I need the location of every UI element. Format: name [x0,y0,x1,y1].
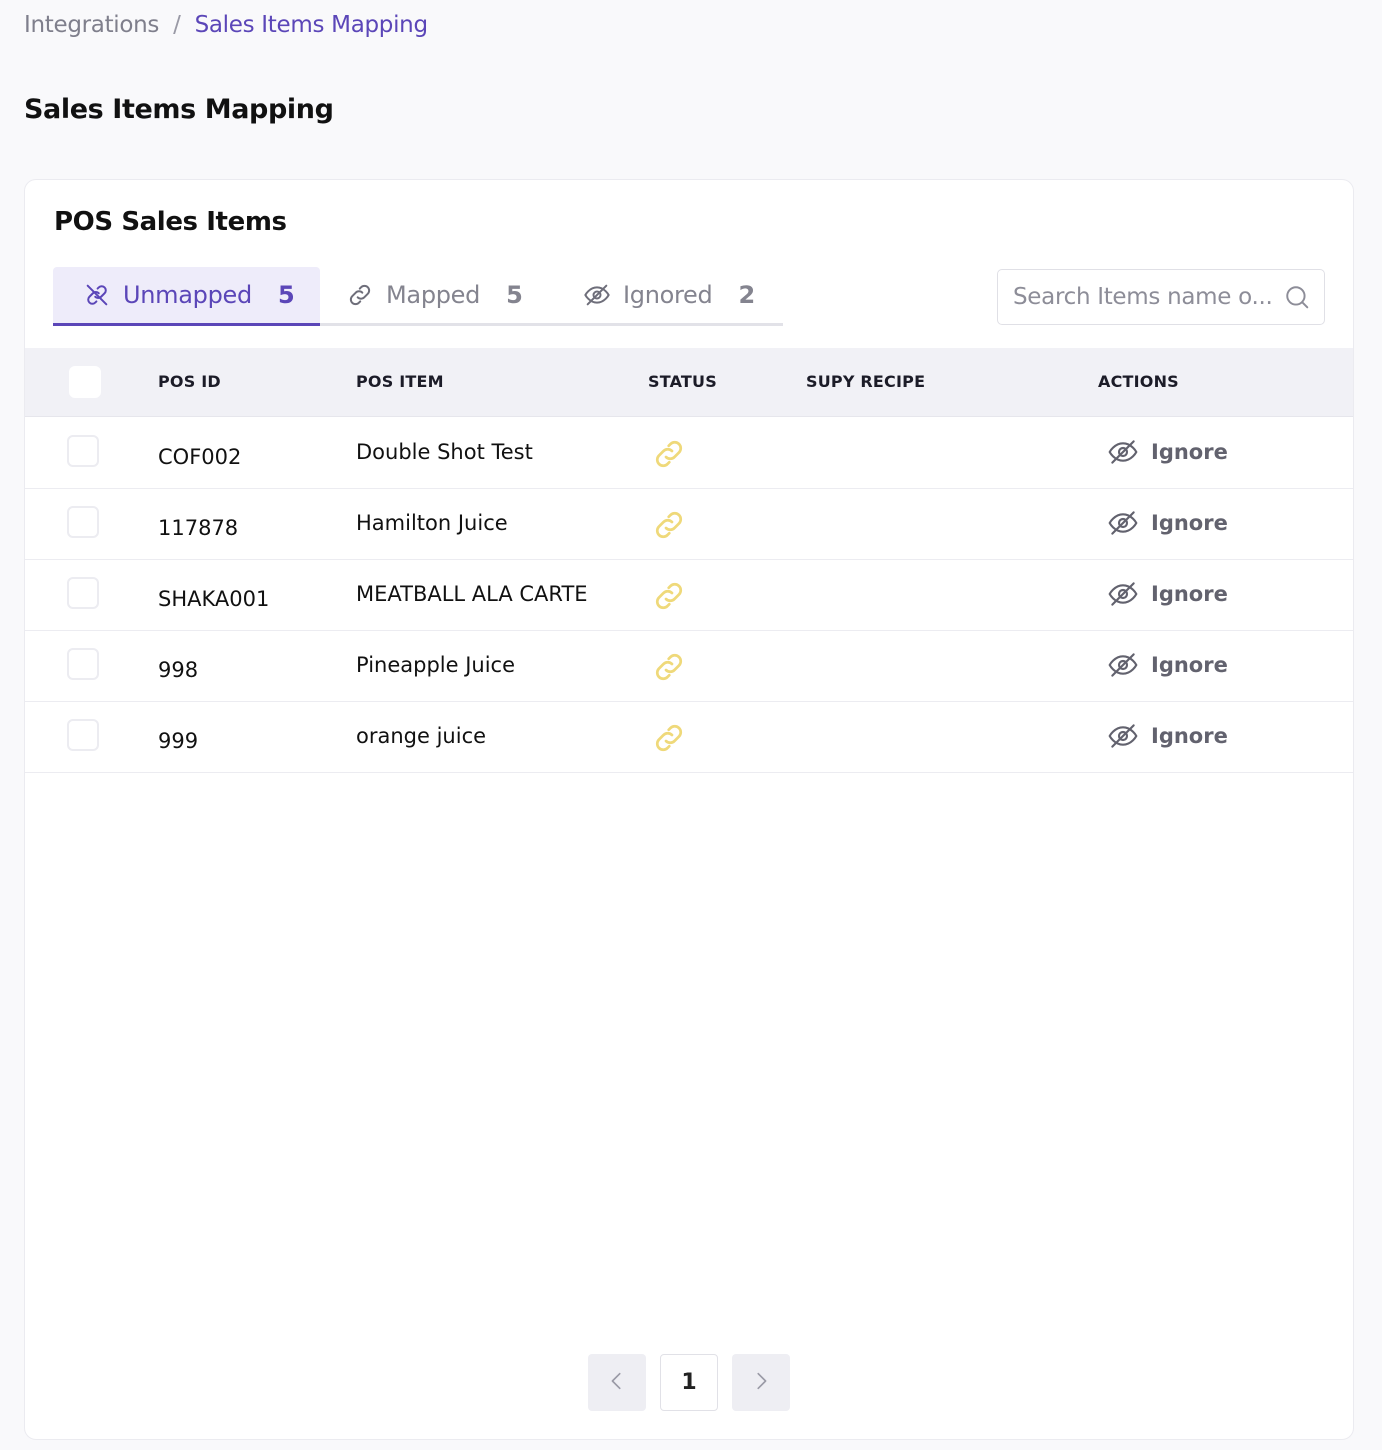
pos-item-cell: Double Shot Test [356,440,533,464]
search-box [997,269,1325,325]
eye-off-icon [1107,507,1139,539]
column-header-pos-item[interactable]: POS ITEM [356,372,444,391]
chevron-right-icon [750,1370,772,1396]
tab-mapped-label: Mapped [386,281,481,309]
column-header-pos-id[interactable]: POS ID [158,372,221,391]
next-page-button[interactable] [732,1354,790,1411]
pos-id-cell: 117878 [158,516,239,540]
tab-mapped-count: 5 [506,281,523,309]
ignore-button-label: Ignore [1151,724,1228,748]
tab-unmapped-label: Unmapped [123,281,252,309]
pos-item-cell: Hamilton Juice [356,511,508,535]
row-checkbox[interactable] [67,577,99,609]
tab-unmapped[interactable]: Unmapped 5 [53,267,320,326]
link-icon[interactable] [651,578,687,614]
previous-page-button[interactable] [588,1354,646,1411]
column-header-supy-recipe[interactable]: SUPY RECIPE [806,372,925,391]
link-icon[interactable] [651,436,687,472]
eye-off-icon [1107,436,1139,468]
search-input[interactable] [1013,284,1284,310]
tab-unmapped-count: 5 [277,281,295,309]
ignore-button-label: Ignore [1151,582,1228,606]
pos-id-cell: 998 [158,658,199,682]
search-icon[interactable] [1284,284,1310,310]
table-row: 998 Pineapple Juice Ignore [25,631,1353,702]
eye-off-icon [1107,649,1139,681]
eye-off-icon [1107,720,1139,752]
eye-off-icon [583,281,611,309]
link-icon[interactable] [651,649,687,685]
unlink-icon [83,281,111,309]
pos-id-cell: 999 [158,729,199,753]
page-number-button[interactable]: 1 [660,1354,718,1411]
link-icon[interactable] [651,720,687,756]
ignore-button[interactable]: Ignore [1107,649,1228,681]
table-row: 117878 Hamilton Juice Ignore [25,489,1353,560]
ignore-button-label: Ignore [1151,653,1228,677]
pos-item-cell: Pineapple Juice [356,653,516,677]
link-icon[interactable] [651,507,687,543]
breadcrumb-link-integrations[interactable]: Integrations [24,12,159,38]
tab-ignored[interactable]: Ignored 2 [554,267,783,326]
pagination: 1 [588,1354,790,1411]
breadcrumb-separator: / [173,12,181,38]
pos-id-cell: SHAKA001 [158,587,270,611]
pos-id-cell: COF002 [158,445,242,469]
breadcrumb-current: Sales Items Mapping [194,12,428,38]
eye-off-icon [1107,578,1139,610]
breadcrumb: Integrations / Sales Items Mapping [24,12,428,38]
page-title: Sales Items Mapping [24,94,334,125]
card-title: POS Sales Items [54,207,287,237]
chevron-left-icon [606,1370,628,1396]
column-header-status[interactable]: STATUS [648,372,717,391]
link-icon [346,281,374,309]
select-all-checkbox[interactable] [69,366,101,398]
ignore-button[interactable]: Ignore [1107,578,1228,610]
table-row: 999 orange juice Ignore [25,702,1353,773]
tab-ignored-count: 2 [738,281,755,309]
column-header-actions: ACTIONS [1098,372,1179,391]
row-checkbox[interactable] [67,435,99,467]
ignore-button-label: Ignore [1151,511,1228,535]
tab-ignored-label: Ignored [623,281,713,309]
pos-item-cell: orange juice [356,724,487,748]
row-checkbox[interactable] [67,506,99,538]
ignore-button[interactable]: Ignore [1107,507,1228,539]
row-checkbox[interactable] [67,719,99,751]
ignore-button-label: Ignore [1151,440,1228,464]
ignore-button[interactable]: Ignore [1107,436,1228,468]
pos-sales-items-card: POS Sales Items Unmapped 5 Mapped 5 Igno… [24,179,1354,1440]
row-checkbox[interactable] [67,648,99,680]
table-header: POS ID POS ITEM STATUS SUPY RECIPE ACTIO… [25,348,1353,417]
tab-bar: Unmapped 5 Mapped 5 Ignored 2 [53,267,783,326]
pos-item-cell: MEATBALL ALA CARTE [356,582,588,606]
tab-mapped[interactable]: Mapped 5 [320,267,554,326]
table-row: SHAKA001 MEATBALL ALA CARTE Ignore [25,560,1353,631]
ignore-button[interactable]: Ignore [1107,720,1228,752]
table-row: COF002 Double Shot Test Ignore [25,418,1353,489]
